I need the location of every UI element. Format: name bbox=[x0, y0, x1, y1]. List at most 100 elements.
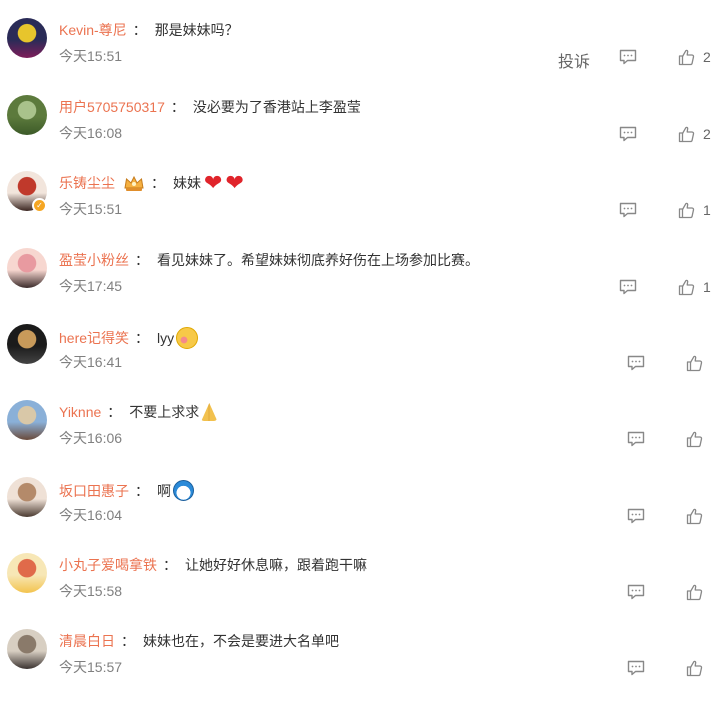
comment-icon bbox=[619, 49, 637, 65]
reply-button[interactable] bbox=[619, 48, 637, 66]
colon-separator: ： bbox=[135, 252, 149, 268]
like-button[interactable]: 1 bbox=[678, 201, 711, 219]
avatar[interactable] bbox=[7, 629, 47, 669]
reply-button[interactable] bbox=[627, 659, 645, 677]
timestamp: 今天15:57 bbox=[59, 659, 123, 675]
reply-button[interactable] bbox=[627, 583, 645, 601]
like-button[interactable] bbox=[686, 659, 703, 677]
colon-separator: ： bbox=[151, 175, 165, 191]
comment-text: 没必要为了香港站上李盈莹 bbox=[192, 99, 361, 115]
colon-separator: ： bbox=[121, 633, 135, 649]
like-count: 2 bbox=[703, 49, 711, 65]
avatar-image bbox=[7, 324, 47, 364]
avatar[interactable] bbox=[7, 400, 47, 440]
comment-item: 盈莹小粉丝 ： 看见妹妹了。希望妹妹彻底养好伤在上场参加比赛。今天17:45 1 bbox=[0, 248, 713, 324]
like-count: 1 bbox=[703, 202, 711, 218]
avatar[interactable] bbox=[7, 248, 47, 288]
avatar[interactable] bbox=[7, 18, 47, 58]
colon-separator: ： bbox=[132, 22, 147, 38]
reply-button[interactable] bbox=[627, 430, 645, 448]
username-link[interactable]: 清晨白日 bbox=[59, 632, 115, 650]
like-count: 2 bbox=[703, 126, 711, 142]
comment-item: 小丸子爱喝拿铁 ： 让她好好休息嘛，跟着跑干嘛今天15:58 bbox=[0, 553, 713, 629]
comment-item: 用户5705750317 ： 没必要为了香港站上李盈莹 今天16:08 2 bbox=[0, 95, 713, 171]
like-count: 1 bbox=[703, 279, 711, 295]
comment-item: 坂口田惠子 ： 啊今天16:04 bbox=[0, 477, 713, 553]
comment-item: ✓ 乐铸尘尘：妹妹 ❤ ❤ 今天15:51 1 bbox=[0, 171, 713, 247]
reply-button[interactable] bbox=[619, 201, 637, 219]
comment-text: 那是妹妹吗？ bbox=[154, 22, 239, 38]
comment-icon bbox=[619, 279, 637, 295]
comment-text: lyy bbox=[157, 330, 175, 346]
comment-icon bbox=[627, 355, 645, 371]
comment-icon bbox=[627, 508, 645, 524]
timestamp: 今天16:04 bbox=[59, 507, 123, 523]
thumbs-up-icon bbox=[686, 660, 703, 677]
report-button[interactable]: 投诉 bbox=[558, 48, 590, 72]
colon-separator: ： bbox=[163, 557, 177, 573]
comment-item: Kevin-尊尼 ： 那是妹妹吗？ 今天15:51 投诉 2 bbox=[0, 18, 713, 94]
heart-emoji-icon: ❤ bbox=[204, 170, 223, 195]
avatar-image bbox=[7, 553, 47, 593]
like-button[interactable]: 2 bbox=[678, 48, 711, 66]
fan-crown-icon bbox=[123, 174, 145, 192]
avatar[interactable] bbox=[7, 324, 47, 364]
colon-separator: ： bbox=[107, 404, 122, 420]
comment-item: here记得笑 ： lyy 今天16:41 bbox=[0, 324, 713, 400]
like-button[interactable] bbox=[686, 583, 703, 601]
avatar[interactable] bbox=[7, 553, 47, 593]
comment-icon bbox=[627, 584, 645, 600]
timestamp: 今天16:08 bbox=[59, 125, 123, 141]
comment-text: 不要上求求 bbox=[129, 404, 200, 420]
comment-icon bbox=[627, 431, 645, 447]
timestamp: 今天17:45 bbox=[59, 278, 123, 294]
timestamp: 今天16:06 bbox=[59, 430, 123, 446]
blush-emoji-icon bbox=[176, 327, 199, 349]
thumbs-up-icon bbox=[678, 49, 695, 66]
comment-icon bbox=[619, 202, 637, 218]
avatar[interactable] bbox=[7, 477, 47, 517]
comment-line: 清晨白日 ： 妹妹也在，不会是要进大名单吧 bbox=[59, 632, 339, 650]
timestamp: 今天16:41 bbox=[59, 354, 123, 370]
thumbs-up-icon bbox=[678, 202, 695, 219]
comment-icon bbox=[619, 126, 637, 142]
comment-line: 盈莹小粉丝 ： 看见妹妹了。希望妹妹彻底养好伤在上场参加比赛。 bbox=[59, 251, 479, 269]
comment-line: Kevin-尊尼 ： 那是妹妹吗？ bbox=[59, 21, 239, 39]
username-link[interactable]: 乐铸尘尘 bbox=[59, 174, 115, 192]
username-link[interactable]: 坂口田惠子 bbox=[59, 482, 129, 500]
avatar-image bbox=[7, 18, 47, 58]
username-link[interactable]: 小丸子爱喝拿铁 bbox=[59, 556, 157, 574]
like-button[interactable] bbox=[686, 430, 703, 448]
avatar-image bbox=[7, 477, 47, 517]
comment-text: 啊 bbox=[157, 482, 171, 499]
username-link[interactable]: 用户5705750317 bbox=[59, 98, 165, 116]
thumbs-up-icon bbox=[686, 584, 703, 601]
thumbs-up-icon bbox=[678, 126, 695, 143]
like-button[interactable] bbox=[686, 354, 703, 372]
reply-button[interactable] bbox=[619, 125, 637, 143]
reply-button[interactable] bbox=[627, 507, 645, 525]
username-link[interactable]: Kevin-尊尼 bbox=[59, 21, 127, 39]
pray-emoji-icon bbox=[201, 403, 218, 421]
username-link[interactable]: 盈莹小粉丝 bbox=[59, 251, 129, 269]
username-link[interactable]: here记得笑 bbox=[59, 329, 129, 347]
comment-line: Yiknne ： 不要上求求 bbox=[59, 403, 218, 421]
verified-badge-icon: ✓ bbox=[32, 198, 47, 213]
heart-emoji-icon: ❤ bbox=[225, 170, 244, 195]
colon-separator: ： bbox=[135, 330, 150, 346]
comment-line: 坂口田惠子 ： 啊 bbox=[59, 480, 194, 501]
avatar-image bbox=[7, 95, 47, 135]
like-button[interactable] bbox=[686, 507, 703, 525]
avatar[interactable] bbox=[7, 95, 47, 135]
reply-button[interactable] bbox=[627, 354, 645, 372]
reply-button[interactable] bbox=[619, 278, 637, 296]
timestamp: 今天15:58 bbox=[59, 583, 123, 599]
comment-text: 妹妹 bbox=[173, 175, 201, 191]
like-button[interactable]: 1 bbox=[678, 278, 711, 296]
username-link[interactable]: Yiknne bbox=[59, 403, 101, 421]
thumbs-up-icon bbox=[686, 508, 703, 525]
comment-text: 看见妹妹了。希望妹妹彻底养好伤在上场参加比赛。 bbox=[157, 252, 479, 268]
like-button[interactable]: 2 bbox=[678, 125, 711, 143]
comment-text: 让她好好休息嘛，跟着跑干嘛 bbox=[185, 557, 367, 573]
comment-line: 乐铸尘尘：妹妹 ❤ ❤ bbox=[59, 170, 244, 195]
